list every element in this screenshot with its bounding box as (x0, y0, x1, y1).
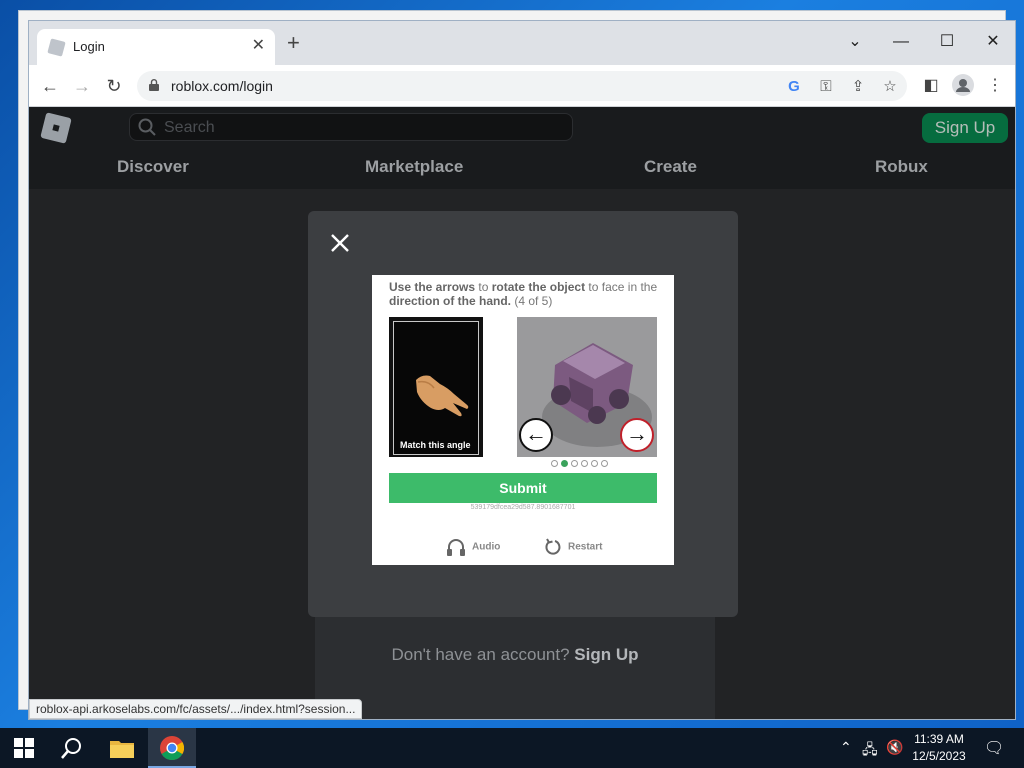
search-placeholder: Search (164, 119, 215, 136)
browser-toolbar: ← → ↻ roblox.com/login G ⚿ ⇪ ☆ ◧ ⋮ (29, 65, 1015, 107)
nav-discover[interactable]: Discover (117, 157, 189, 177)
progress-dot (580, 460, 588, 467)
maximize-button[interactable]: ☐ (924, 27, 970, 57)
tab-search-chevron-icon[interactable]: ⌄ (832, 27, 878, 57)
tray-chevron-icon[interactable]: ⌃ (840, 739, 852, 756)
roblox-logo-icon[interactable] (40, 112, 72, 144)
clock-time: 11:39 AM (914, 732, 964, 746)
start-button[interactable] (0, 728, 48, 768)
captcha-instruction: Use the arrows to rotate the object to f… (389, 280, 658, 308)
new-tab-button[interactable]: + (287, 32, 300, 54)
chrome-icon (160, 736, 185, 761)
side-panel-icon[interactable]: ◧ (919, 74, 943, 98)
no-account-prompt: Don't have an account? Sign Up (315, 645, 715, 665)
taskbar-search-button[interactable] (48, 728, 96, 768)
search-icon (138, 118, 156, 136)
reference-label: Match this angle (400, 440, 471, 450)
close-icon[interactable] (328, 231, 352, 255)
clock-date: 12/5/2023 (912, 749, 966, 763)
link-status-bar: roblox-api.arkoselabs.com/fc/assets/.../… (29, 699, 363, 719)
network-icon[interactable]: 🖧 (862, 739, 878, 763)
session-id: 539179dfcea29d587.8901687701 (470, 504, 576, 511)
nav-create[interactable]: Create (644, 157, 697, 177)
profile-avatar-icon[interactable] (951, 74, 975, 98)
captcha-modal: Use the arrows to rotate the object to f… (308, 211, 738, 617)
minimize-button[interactable]: — (878, 27, 924, 57)
search-icon (61, 738, 81, 759)
roblox-favicon-icon (47, 38, 66, 57)
reference-hand-image: Match this angle (389, 317, 483, 457)
tab-title: Login (73, 39, 105, 54)
browser-menu-icon[interactable]: ⋮ (983, 74, 1007, 98)
nav-robux[interactable]: Robux (875, 157, 928, 177)
headphones-icon (447, 539, 465, 556)
url-text[interactable]: roblox.com/login (171, 78, 273, 94)
pointing-hand-icon (416, 375, 469, 417)
share-icon[interactable]: ⇪ (847, 76, 869, 98)
windows-logo-icon (14, 738, 34, 758)
page-viewport: Search Sign Up Discover Marketplace Crea… (29, 107, 1015, 719)
taskbar: ⌃ 🖧 🔇 11:39 AM 12/5/2023 🗨 (0, 728, 1024, 768)
forward-arrow-icon[interactable]: → (69, 73, 95, 99)
rotate-left-button[interactable]: ← (519, 418, 553, 452)
reload-icon[interactable]: ↻ (101, 73, 127, 99)
rotate-right-button[interactable]: → (620, 418, 654, 452)
tab-strip: Login ✕ + ⌄ — ☐ ✕ (29, 21, 1015, 65)
tab-close-icon[interactable]: ✕ (252, 37, 265, 55)
notifications-icon[interactable]: 🗨 (984, 738, 1004, 758)
rotatable-object-image: ← → (517, 317, 657, 457)
submit-button[interactable]: Submit (389, 473, 657, 503)
no-account-text: Don't have an account? (391, 645, 570, 664)
tab-login[interactable]: Login ✕ (37, 29, 275, 65)
captcha-challenge: Use the arrows to rotate the object to f… (372, 275, 674, 565)
address-bar[interactable]: roblox.com/login G ⚿ ⇪ ☆ (137, 71, 907, 101)
close-window-button[interactable]: ✕ (970, 27, 1015, 57)
lock-icon (149, 79, 159, 91)
restart-icon (545, 538, 561, 555)
signup-button[interactable]: Sign Up (922, 113, 1008, 143)
folder-icon (110, 741, 134, 758)
browser-window: Login ✕ + ⌄ — ☐ ✕ ← → ↻ roblox.com/login… (28, 20, 1016, 720)
restart-button[interactable]: Restart (544, 538, 602, 556)
chrome-taskbar-button[interactable] (148, 728, 196, 768)
progress-dot (600, 460, 608, 467)
system-clock[interactable]: 11:39 AM 12/5/2023 (906, 731, 972, 765)
roblox-header: Search Sign Up Discover Marketplace Crea… (29, 107, 1015, 189)
progress-dots (372, 460, 674, 468)
key-icon[interactable]: ⚿ (815, 76, 837, 98)
roblox-search-input[interactable]: Search (129, 113, 573, 141)
nav-marketplace[interactable]: Marketplace (365, 157, 463, 177)
signup-link[interactable]: Sign Up (574, 645, 638, 664)
back-arrow-icon[interactable]: ← (37, 73, 63, 99)
volume-muted-icon[interactable]: 🔇 (886, 739, 903, 756)
audio-button[interactable]: Audio (446, 538, 500, 556)
progress-dot (560, 460, 568, 467)
google-translate-icon[interactable]: G (783, 76, 805, 98)
progress-dot (590, 460, 598, 467)
bookmark-star-icon[interactable]: ☆ (879, 76, 901, 98)
file-explorer-button[interactable] (98, 728, 146, 768)
progress-dot (550, 460, 558, 467)
progress-dot (570, 460, 578, 467)
